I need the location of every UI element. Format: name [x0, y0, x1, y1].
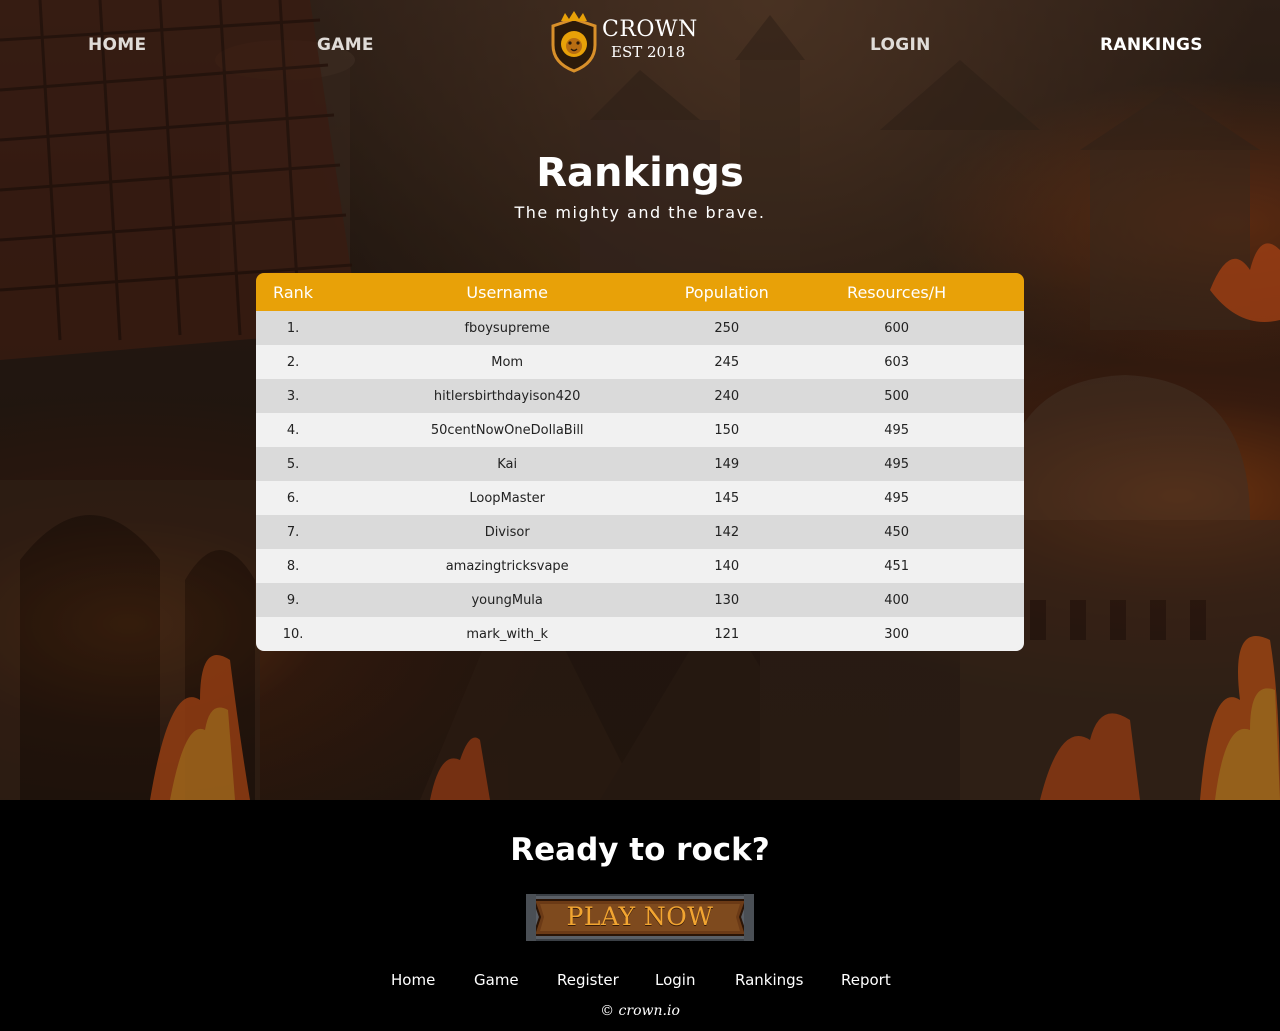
- cta-heading: Ready to rock?: [510, 832, 770, 868]
- hero-section: HOME GAME CROWN EST 2018 LOGIN RANKINGS …: [0, 0, 1280, 800]
- footer-game-link[interactable]: Game: [474, 971, 519, 989]
- column-header-username: Username: [466, 282, 548, 302]
- crown-logo[interactable]: CROWN EST 2018: [547, 11, 697, 73]
- table-row: 8. amazingtricksvape 140 451: [256, 549, 1024, 583]
- username-cell: amazingtricksvape: [445, 558, 569, 574]
- column-header-population: Population: [684, 282, 769, 302]
- table-row: 2. Mom 245 603: [256, 345, 1024, 379]
- footer-register-link[interactable]: Register: [557, 971, 619, 989]
- population-cell: 145: [714, 490, 740, 506]
- table-row: 6. LoopMaster 145 495: [256, 481, 1024, 515]
- rank-cell: 3.: [286, 388, 300, 404]
- copyright-text: © crown.io: [600, 1003, 680, 1019]
- play-now-button[interactable]: PLAY NOW: [526, 894, 754, 941]
- rank-cell: 7.: [286, 524, 300, 540]
- username-cell: Divisor: [484, 524, 530, 540]
- table-row: 1. fboysupreme 250 600: [256, 311, 1024, 345]
- page-title: Rankings: [536, 150, 744, 196]
- population-cell: 130: [714, 592, 740, 608]
- table-body: 1. fboysupreme 250 600 2. Mom 245 603 3.…: [256, 311, 1024, 651]
- resources-cell: 495: [884, 456, 910, 472]
- resources-cell: 400: [884, 592, 910, 608]
- resources-cell: 495: [884, 422, 910, 438]
- population-cell: 149: [714, 456, 740, 472]
- footer-report-link[interactable]: Report: [841, 971, 891, 989]
- username-cell: youngMula: [471, 592, 543, 608]
- table-row: 7. Divisor 142 450: [256, 515, 1024, 549]
- resources-cell: 451: [884, 558, 910, 574]
- resources-cell: 500: [884, 388, 910, 404]
- username-cell: 50centNowOneDollaBill: [430, 422, 584, 438]
- column-header-rank: Rank: [273, 282, 314, 302]
- username-cell: Kai: [497, 456, 518, 472]
- resources-cell: 450: [884, 524, 910, 540]
- username-cell: hitlersbirthdayison420: [433, 388, 581, 404]
- table-row: 3. hitlersbirthdayison420 240 500: [256, 379, 1024, 413]
- play-now-label: PLAY NOW: [566, 902, 714, 931]
- table-row: 4. 50centNowOneDollaBill 150 495: [256, 413, 1024, 447]
- footer-rankings-link[interactable]: Rankings: [735, 971, 804, 989]
- nav-game-link[interactable]: GAME: [317, 35, 374, 55]
- rank-cell: 2.: [286, 354, 300, 370]
- rankings-table: Rank Username Population Resources/H 1. …: [256, 273, 1024, 651]
- resources-cell: 603: [884, 354, 910, 370]
- table-header-row: Rank Username Population Resources/H: [256, 273, 1024, 311]
- nav-login-link[interactable]: LOGIN: [870, 35, 931, 55]
- table-row: 10. mark_with_k 121 300: [256, 617, 1024, 651]
- population-cell: 250: [714, 320, 740, 336]
- resources-cell: 300: [884, 626, 910, 642]
- rank-cell: 4.: [286, 422, 300, 438]
- rank-cell: 5.: [286, 456, 300, 472]
- table-row: 5. Kai 149 495: [256, 447, 1024, 481]
- rank-cell: 6.: [286, 490, 300, 506]
- username-cell: mark_with_k: [466, 626, 548, 642]
- lion-crest-icon: [551, 11, 597, 73]
- page-subtitle: The mighty and the brave.: [514, 203, 766, 222]
- logo-established: EST 2018: [611, 43, 686, 61]
- logo-name: CROWN: [602, 17, 698, 42]
- rank-cell: 1.: [286, 320, 300, 336]
- nav-home-link[interactable]: HOME: [88, 35, 146, 55]
- column-header-resources: Resources/H: [847, 282, 947, 302]
- username-cell: fboysupreme: [464, 320, 550, 336]
- population-cell: 142: [714, 524, 740, 540]
- population-cell: 121: [714, 626, 740, 642]
- population-cell: 240: [714, 388, 740, 404]
- footer-login-link[interactable]: Login: [655, 971, 695, 989]
- rank-cell: 10.: [282, 626, 304, 642]
- rank-cell: 9.: [286, 592, 300, 608]
- username-cell: LoopMaster: [469, 490, 545, 506]
- population-cell: 140: [714, 558, 740, 574]
- footer-home-link[interactable]: Home: [391, 971, 435, 989]
- population-cell: 150: [714, 422, 740, 438]
- resources-cell: 495: [884, 490, 910, 506]
- username-cell: Mom: [491, 354, 524, 370]
- population-cell: 245: [714, 354, 740, 370]
- resources-cell: 600: [884, 320, 910, 336]
- footer: Ready to rock? PLAY NOW Home Game Regist…: [0, 800, 1280, 1031]
- nav-rankings-link[interactable]: RANKINGS: [1100, 35, 1203, 55]
- rank-cell: 8.: [286, 558, 300, 574]
- table-row: 9. youngMula 130 400: [256, 583, 1024, 617]
